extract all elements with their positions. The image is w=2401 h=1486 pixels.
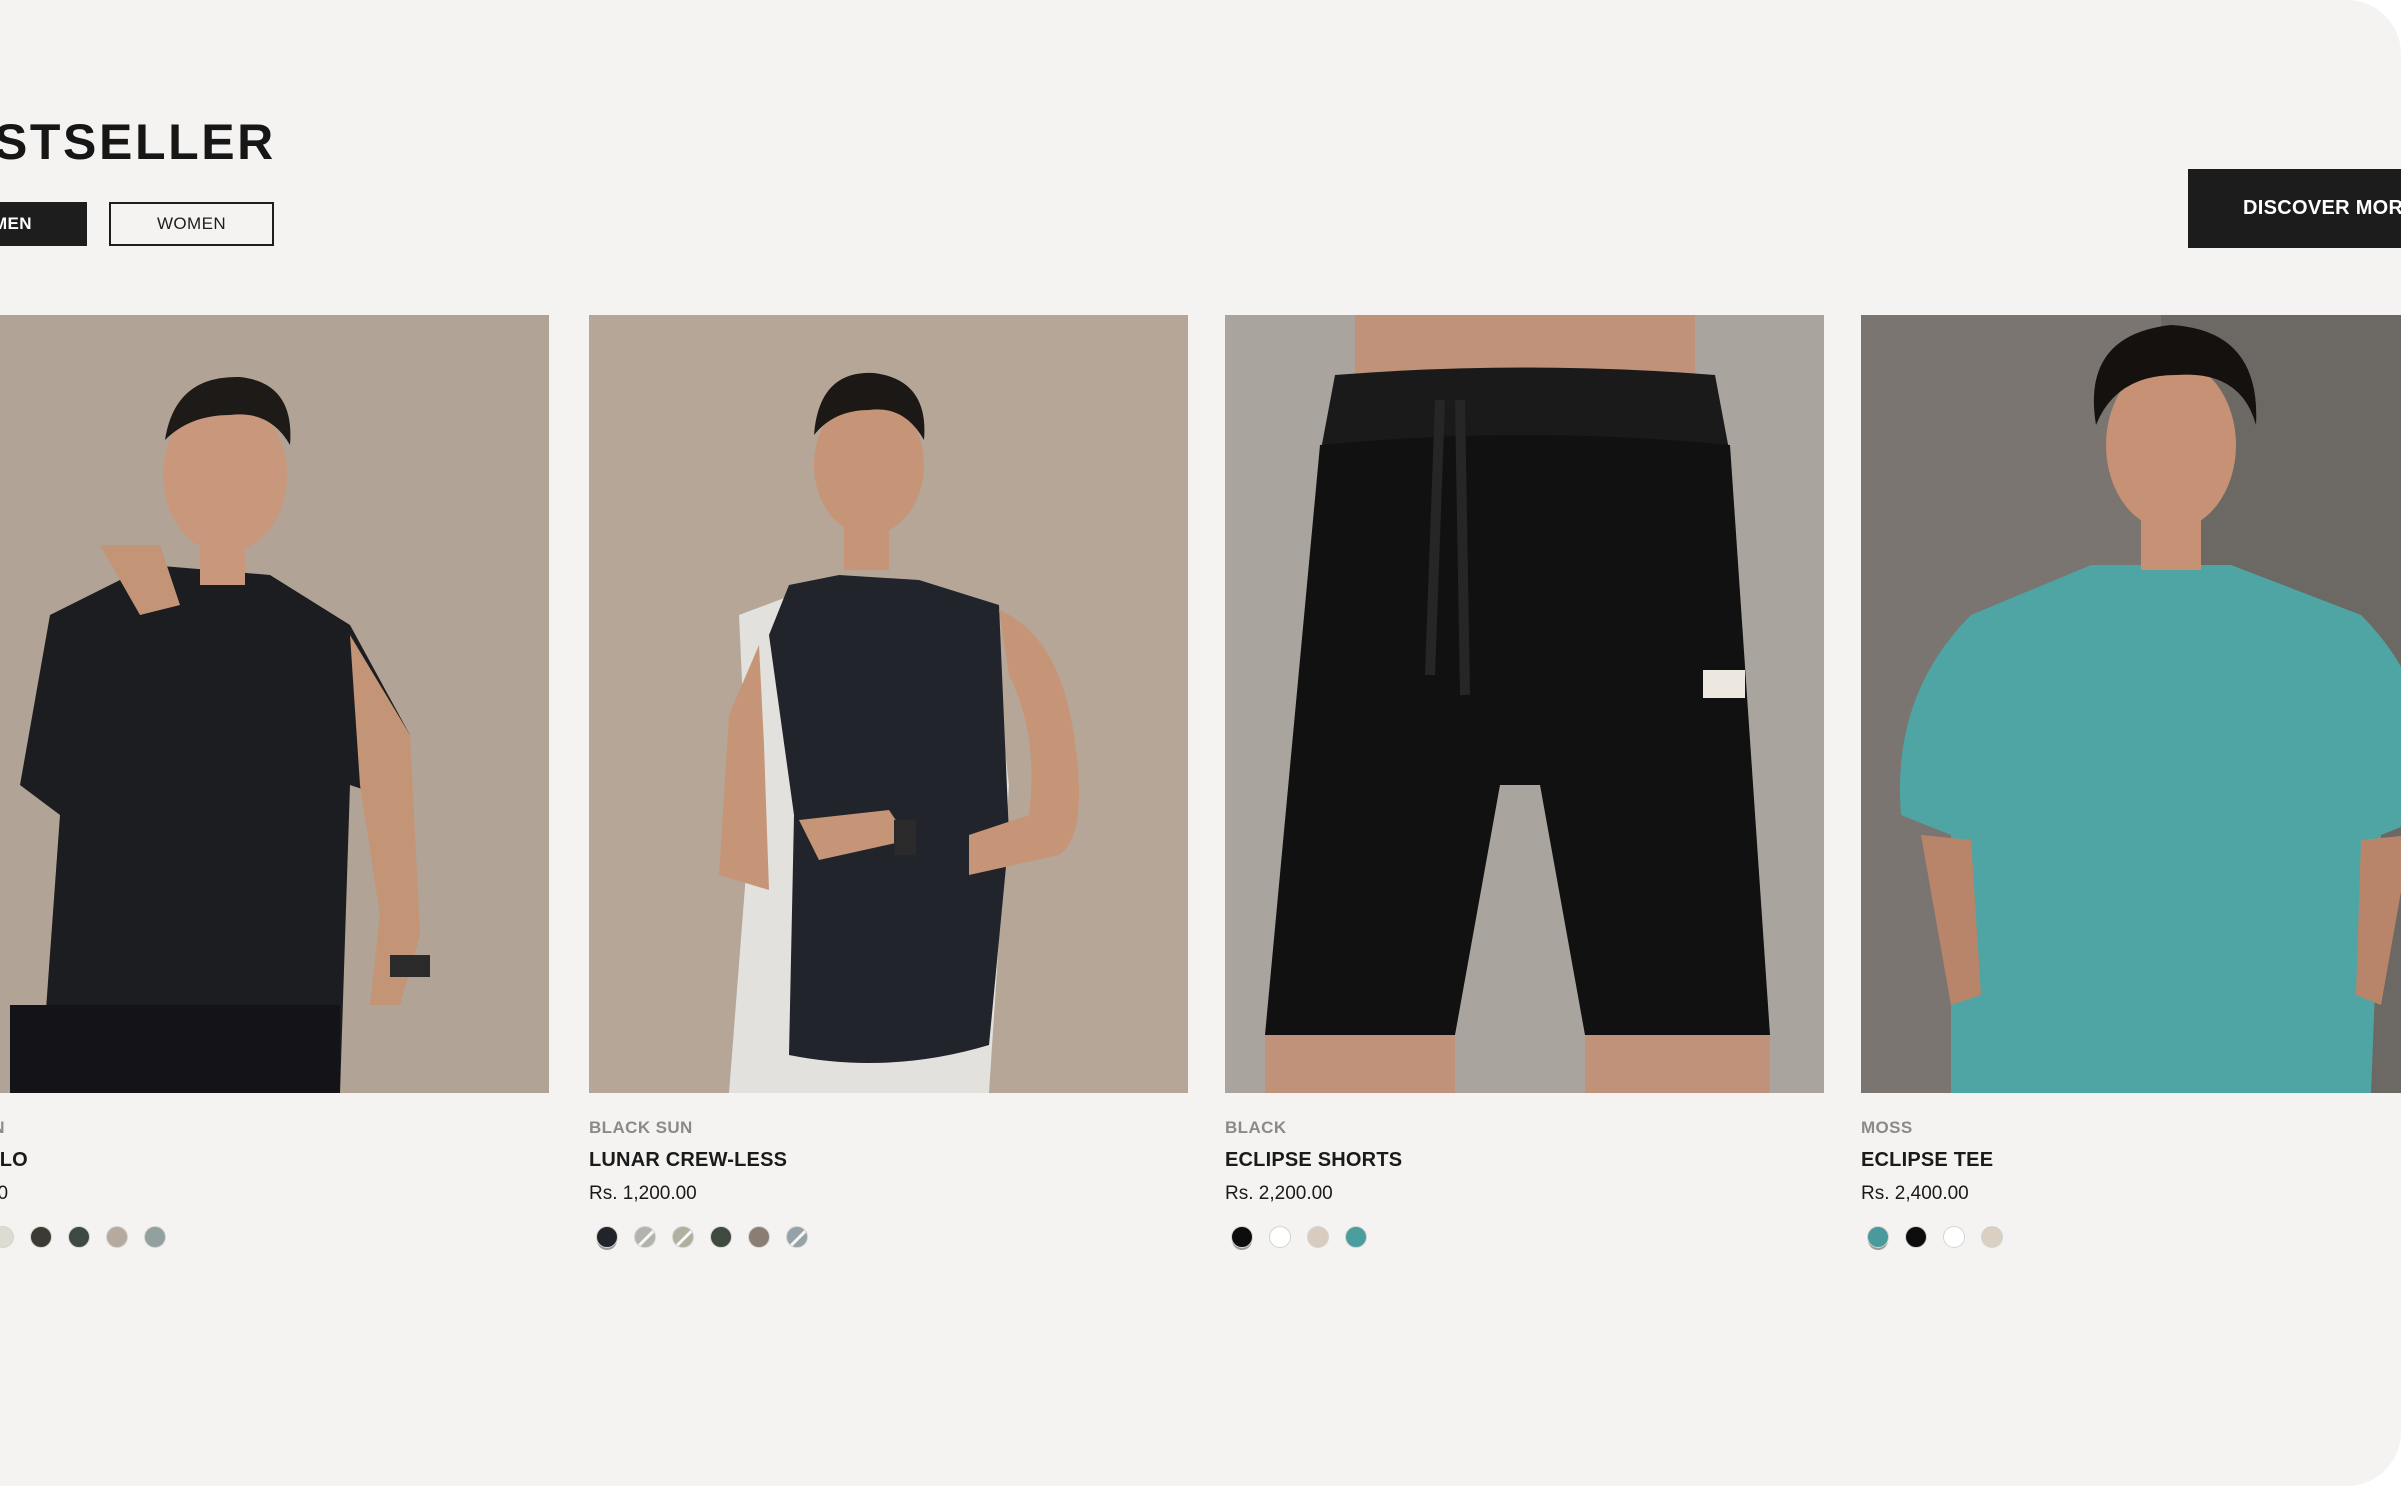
- product-card: MOSS ECLIPSE TEE Rs. 2,400.00: [1861, 315, 2401, 1265]
- product-image[interactable]: [1861, 315, 2401, 1093]
- man-in-black-polo-shirt-image: [0, 315, 549, 1093]
- product-name[interactable]: ECLIPSE SHORTS: [1225, 1147, 1402, 1173]
- color-swatch[interactable]: [1269, 1226, 1291, 1248]
- product-image[interactable]: [0, 315, 549, 1093]
- product-card: K SUN R POLO 800.00: [0, 315, 549, 1265]
- product-price: Rs. 2,200.00: [1225, 1183, 1333, 1204]
- filter-women-button[interactable]: WOMEN: [109, 202, 274, 246]
- filter-men-button[interactable]: MEN: [0, 202, 87, 246]
- color-swatch[interactable]: [634, 1226, 656, 1248]
- color-swatch[interactable]: [30, 1226, 52, 1248]
- man-in-black-sleeveless-tee-image: [589, 315, 1188, 1093]
- product-color-label: BLACK SUN: [589, 1118, 693, 1137]
- color-swatch[interactable]: [1307, 1226, 1329, 1248]
- section-title: ESTSELLER: [0, 114, 276, 170]
- man-in-teal-tee-image: [1861, 315, 2401, 1093]
- product-name[interactable]: ECLIPSE TEE: [1861, 1147, 1993, 1173]
- product-color-label: K SUN: [0, 1117, 5, 1139]
- product-price: 800.00: [0, 1183, 9, 1204]
- product-name[interactable]: R POLO: [0, 1147, 28, 1173]
- product-color-label: BLACK: [1225, 1118, 1287, 1137]
- product-price: Rs. 2,400.00: [1861, 1183, 1969, 1204]
- product-card: BLACK SUN LUNAR CREW-LESS Rs. 1,200.00: [589, 315, 1188, 1265]
- product-image[interactable]: [1225, 315, 1824, 1093]
- color-swatch[interactable]: [748, 1226, 770, 1248]
- product-image[interactable]: [589, 315, 1188, 1093]
- color-swatch[interactable]: [1345, 1226, 1367, 1248]
- product-color-label: MOSS: [1861, 1118, 1913, 1137]
- product-name[interactable]: LUNAR CREW-LESS: [589, 1147, 787, 1173]
- color-swatch[interactable]: [68, 1226, 90, 1248]
- color-swatch[interactable]: [1867, 1226, 1889, 1248]
- color-swatch[interactable]: [1231, 1226, 1253, 1248]
- color-swatch[interactable]: [1905, 1226, 1927, 1248]
- color-swatch[interactable]: [106, 1226, 128, 1248]
- black-drawstring-shorts-image: [1225, 315, 1824, 1093]
- product-price: Rs. 1,200.00: [589, 1183, 697, 1204]
- bestseller-section: ESTSELLER MEN WOMEN DISCOVER MORE K SUN …: [0, 0, 2401, 1486]
- product-card: BLACK ECLIPSE SHORTS Rs. 2,200.00: [1225, 315, 1824, 1265]
- color-swatch[interactable]: [710, 1226, 732, 1248]
- color-swatch[interactable]: [1981, 1226, 2003, 1248]
- discover-more-button[interactable]: DISCOVER MORE: [2188, 169, 2401, 248]
- color-swatch[interactable]: [672, 1226, 694, 1248]
- color-swatch[interactable]: [786, 1226, 808, 1248]
- color-swatch[interactable]: [1943, 1226, 1965, 1248]
- color-swatch[interactable]: [596, 1226, 618, 1248]
- color-swatch[interactable]: [144, 1226, 166, 1248]
